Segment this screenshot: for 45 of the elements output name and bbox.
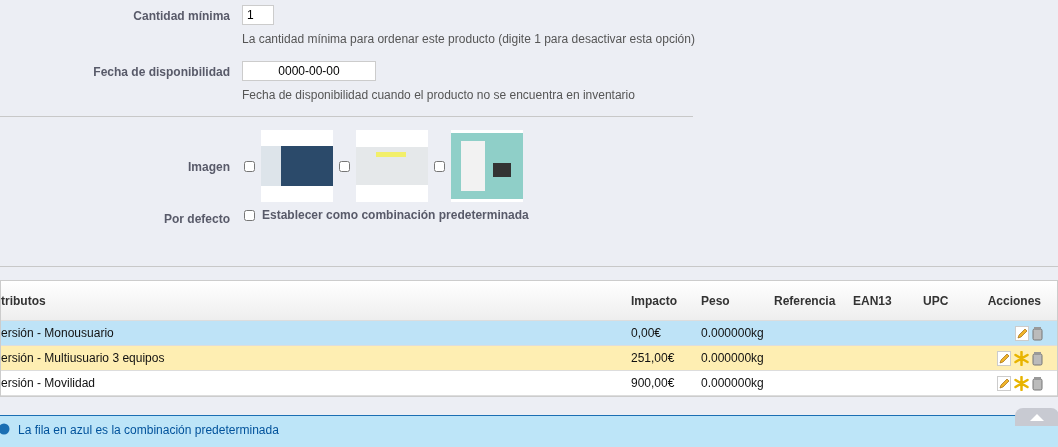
column-header: EAN13 bbox=[853, 293, 893, 308]
field-hint: La cantidad mínima para ordenar este producto (digite 1 para desactivar esta opción) bbox=[242, 32, 696, 46]
table-cell-text: 0,00€ bbox=[631, 326, 663, 340]
image-checkbox[interactable] bbox=[434, 160, 445, 172]
trash-icon[interactable] bbox=[1032, 350, 1043, 366]
table-cell-text: 900,00€ bbox=[631, 376, 676, 390]
product-box-placeholder bbox=[451, 133, 523, 199]
table-cell-text: 251,00€ bbox=[631, 351, 676, 365]
asterisk-icon[interactable] bbox=[1014, 350, 1029, 366]
column-header: UPC bbox=[923, 293, 950, 308]
table-cell-text: 0.000000kg bbox=[701, 376, 765, 390]
column-header: Impacto bbox=[631, 293, 678, 308]
column-header: Peso bbox=[701, 293, 731, 308]
trash-icon[interactable] bbox=[1032, 375, 1043, 391]
column-header: Acciones bbox=[986, 293, 1042, 308]
asterisk-icon[interactable] bbox=[1014, 375, 1029, 391]
table-cell-text: 0.000000kg bbox=[701, 326, 765, 340]
pencil-icon[interactable] bbox=[997, 375, 1011, 391]
column-header: tributos bbox=[1, 293, 47, 308]
date-field[interactable]: 0000-00-00 bbox=[242, 61, 376, 81]
table-row[interactable]: ersión - Monousuario 0,00€ 0.000000kg bbox=[1, 321, 1057, 346]
info-text: La fila en azul es la combinación predeterminada bbox=[18, 423, 279, 437]
image-checkbox[interactable] bbox=[244, 160, 255, 172]
trash-icon[interactable] bbox=[1032, 325, 1043, 341]
field-label: Por defecto bbox=[163, 211, 230, 226]
table-cell-text: 0.000000kg bbox=[701, 351, 765, 365]
field-hint: Fecha de disponibilidad cuando el producto no se encuentra en inventario bbox=[242, 88, 636, 102]
field-label: Cantidad mínima bbox=[132, 8, 230, 23]
pencil-icon[interactable] bbox=[997, 350, 1011, 366]
server-photo-placeholder bbox=[261, 146, 333, 186]
table-cell-text: ersión - Multiusuario 3 equipos bbox=[1, 351, 166, 365]
chevron-up-icon bbox=[1029, 413, 1045, 421]
pencil-icon[interactable] bbox=[1015, 325, 1029, 341]
field-label: Fecha de disponibilidad bbox=[92, 64, 230, 79]
table-row[interactable]: ersión - Multiusuario 3 equipos 251,00€ 0.000000kg bbox=[1, 346, 1057, 371]
table-cell-text: ersión - Monousuario bbox=[1, 326, 115, 340]
image-checkbox[interactable] bbox=[339, 160, 350, 172]
default-checkbox[interactable] bbox=[244, 209, 255, 221]
column-header: Referencia bbox=[774, 293, 837, 308]
field-label: Imagen bbox=[187, 159, 230, 174]
software-screenshot-placeholder bbox=[356, 147, 428, 185]
input-field[interactable]: 1 bbox=[242, 5, 274, 25]
scroll-top-button[interactable] bbox=[1015, 408, 1058, 426]
checkbox-label: Establecer como combinación predeterminada bbox=[262, 208, 529, 222]
table-cell-text: ersión - Movilidad bbox=[1, 376, 97, 390]
